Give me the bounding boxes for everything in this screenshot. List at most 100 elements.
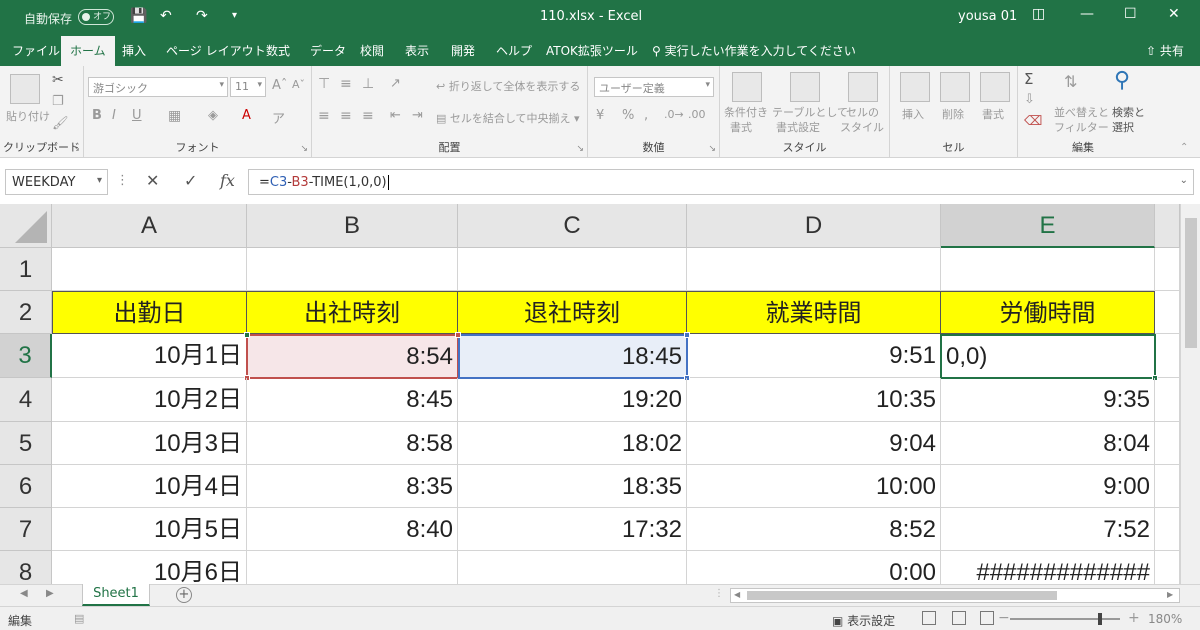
zoom-slider[interactable] [1010, 613, 1120, 625]
delete-cells-icon[interactable] [940, 72, 970, 102]
conditional-formatting-icon[interactable] [732, 72, 762, 102]
cell-a4[interactable]: 10月2日 [52, 378, 247, 422]
display-settings-button[interactable]: ▣ 表示設定 [832, 612, 895, 629]
cell-f2[interactable] [1155, 291, 1180, 334]
redo-icon[interactable]: ↷ [196, 8, 208, 24]
grow-font-icon[interactable]: Aˆ [272, 78, 287, 93]
horizontal-scrollbar[interactable]: ◀ ▶ [730, 588, 1180, 603]
tab-review[interactable]: 校閲 [360, 42, 384, 59]
page-break-view-icon[interactable] [980, 611, 994, 625]
sort-filter-icon[interactable]: ⇅ [1064, 72, 1077, 91]
macro-record-icon[interactable]: ▤ [74, 612, 84, 625]
number-format-combo[interactable]: ユーザー定義 ▾ [594, 77, 714, 97]
cell-styles-label1[interactable]: セルの [846, 104, 879, 120]
italic-icon[interactable]: I [112, 108, 116, 123]
add-sheet-icon[interactable]: + [176, 587, 192, 603]
zoom-slider-knob[interactable] [1098, 613, 1102, 625]
scroll-right-icon[interactable]: ▶ [1167, 590, 1173, 599]
tab-data[interactable]: データ [310, 42, 346, 59]
cell-a6[interactable]: 10月4日 [52, 465, 247, 508]
cell-a5[interactable]: 10月3日 [52, 422, 247, 465]
orientation-icon[interactable]: ↗ [390, 76, 401, 91]
cell-c3-referenced[interactable]: 18:45 [458, 334, 688, 379]
zoom-in-icon[interactable]: + [1128, 610, 1140, 626]
underline-icon[interactable]: U [132, 108, 142, 123]
format-cells-button[interactable]: 書式 [982, 106, 1004, 122]
page-layout-view-icon[interactable] [952, 611, 966, 625]
increase-decimal-icon[interactable]: .0→ [664, 108, 684, 121]
tab-page-layout[interactable]: ページ レイアウト [166, 42, 266, 59]
cell-d3[interactable]: 9:51 [687, 334, 941, 378]
row-header-3[interactable]: 3 [0, 334, 52, 378]
ribbon-display-icon[interactable]: ◫ [1032, 6, 1045, 22]
autosave-toggle[interactable]: オフ [78, 9, 114, 25]
col-header-b[interactable]: B [247, 204, 458, 248]
cell-f4[interactable] [1155, 378, 1180, 422]
fill-color-icon[interactable]: ◈ [208, 108, 218, 123]
row-header-1[interactable]: 1 [0, 248, 52, 291]
tell-me-box[interactable]: ⚲ 実行したい作業を入力してください [652, 42, 856, 59]
conditional-formatting-label2[interactable]: 書式 [730, 119, 752, 135]
zoom-level[interactable]: 180% [1148, 612, 1182, 626]
name-box-dropdown-icon[interactable]: ▾ [97, 175, 102, 186]
clipboard-dialog-launcher[interactable]: ↘ [72, 144, 80, 154]
align-right-icon[interactable]: ≡ [362, 108, 374, 124]
font-size-combo[interactable]: 11 ▾ [230, 77, 266, 97]
col-header-f[interactable] [1155, 204, 1180, 248]
currency-icon[interactable]: ¥ [596, 108, 604, 123]
comma-icon[interactable]: , [644, 108, 648, 123]
cell-a8[interactable]: 10月6日 [52, 551, 247, 584]
formula-bar-grip[interactable]: ⋮ [116, 173, 129, 188]
cell-styles-label2[interactable]: スタイル [840, 119, 884, 135]
row-header-2[interactable]: 2 [0, 291, 52, 334]
find-select-icon[interactable]: ⚲ [1114, 68, 1130, 93]
close-icon[interactable]: ✕ [1168, 6, 1180, 22]
cell-b8[interactable] [247, 551, 458, 584]
format-as-table-label2[interactable]: 書式設定 [776, 119, 820, 135]
clear-icon[interactable]: ⌫ [1024, 114, 1042, 129]
tab-developer[interactable]: 開発 [451, 42, 475, 59]
cell-d5[interactable]: 9:04 [687, 422, 941, 465]
cell-e5[interactable]: 8:04 [941, 422, 1155, 465]
tab-atok[interactable]: ATOK拡張ツール [546, 42, 638, 59]
undo-icon[interactable]: ↶ [160, 8, 172, 24]
row-header-8[interactable]: 8 [0, 551, 52, 584]
tab-help[interactable]: ヘルプ [496, 42, 532, 59]
sort-filter-label2[interactable]: フィルター [1054, 119, 1109, 135]
scroll-left-icon[interactable]: ◀ [734, 590, 740, 599]
top-align-icon[interactable]: ⊤ [318, 76, 330, 92]
tab-view[interactable]: 表示 [405, 42, 429, 59]
cancel-icon[interactable]: ✕ [146, 171, 159, 190]
cell-f5[interactable] [1155, 422, 1180, 465]
format-cells-icon[interactable] [980, 72, 1010, 102]
cell-a3[interactable]: 10月1日 [52, 334, 247, 378]
expand-formula-icon[interactable]: ⌄ [1180, 175, 1188, 186]
delete-cells-button[interactable]: 削除 [942, 106, 964, 122]
cell-c1[interactable] [458, 248, 687, 291]
cell-e6[interactable]: 9:00 [941, 465, 1155, 508]
share-button[interactable]: ⇧ 共有 [1146, 42, 1184, 59]
number-dialog-launcher[interactable]: ↘ [708, 144, 716, 154]
conditional-formatting-label1[interactable]: 条件付き [724, 104, 768, 120]
shrink-font-icon[interactable]: Aˇ [292, 78, 305, 91]
insert-cells-icon[interactable] [900, 72, 930, 102]
cell-e8[interactable]: ############# [941, 551, 1155, 584]
find-select-label2[interactable]: 選択 [1112, 119, 1134, 135]
cell-a7[interactable]: 10月5日 [52, 508, 247, 551]
zoom-out-icon[interactable]: − [998, 610, 1010, 626]
cell-b7[interactable]: 8:40 [247, 508, 458, 551]
paste-icon[interactable] [10, 74, 40, 104]
prev-sheet-icon[interactable]: ◀ [20, 588, 28, 599]
decrease-indent-icon[interactable]: ⇤ [390, 108, 401, 123]
copy-icon[interactable]: ❐ [52, 94, 64, 109]
tab-home[interactable]: ホーム [61, 36, 115, 66]
tab-file[interactable]: ファイル [12, 42, 60, 59]
minimize-icon[interactable]: — [1080, 6, 1094, 22]
borders-icon[interactable]: ▦ [168, 108, 181, 124]
cell-d1[interactable] [687, 248, 941, 291]
insert-function-icon[interactable]: fx [220, 171, 235, 190]
cut-icon[interactable]: ✂ [52, 72, 64, 88]
cell-b1[interactable] [247, 248, 458, 291]
col-header-e[interactable]: E [941, 204, 1155, 248]
user-name[interactable]: yousa 01 [958, 9, 1017, 24]
